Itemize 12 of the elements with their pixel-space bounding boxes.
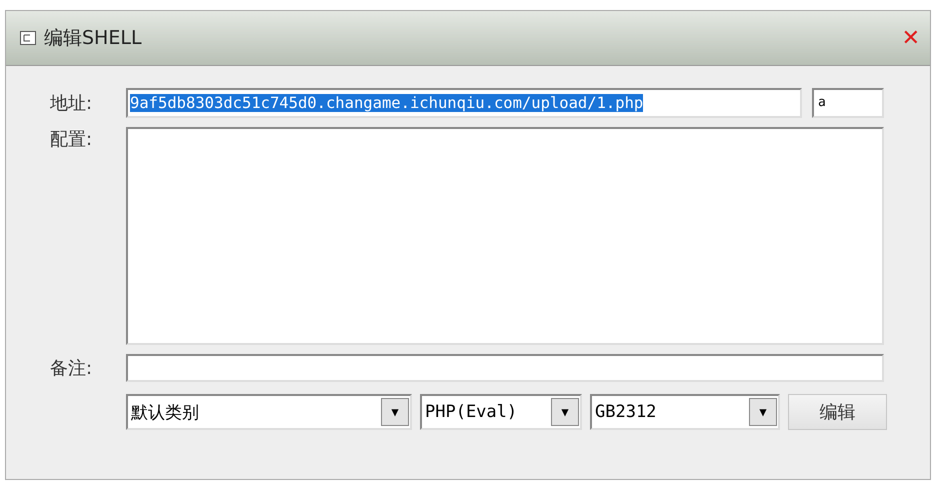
config-label: 配置: [50, 128, 94, 151]
dropdown[interactable]: PHP(Eval) ▼ [420, 394, 582, 430]
dropdown[interactable]: 默认类别 ▼ [126, 394, 412, 430]
window-icon [20, 31, 36, 45]
address-label: 地址: [50, 92, 94, 115]
edit-button[interactable]: 编辑 [788, 394, 887, 430]
note-field[interactable] [126, 354, 884, 382]
window-title: 编辑SHELL [44, 26, 143, 51]
dropdown[interactable]: GB2312 ▼ [590, 394, 780, 430]
password-field[interactable]: a [812, 88, 884, 118]
address-field[interactable]: 9af5db8303dc51c745d0.changame.ichunqiu.com/upload/1.php [126, 88, 802, 118]
note-label: 备注: [50, 357, 94, 380]
